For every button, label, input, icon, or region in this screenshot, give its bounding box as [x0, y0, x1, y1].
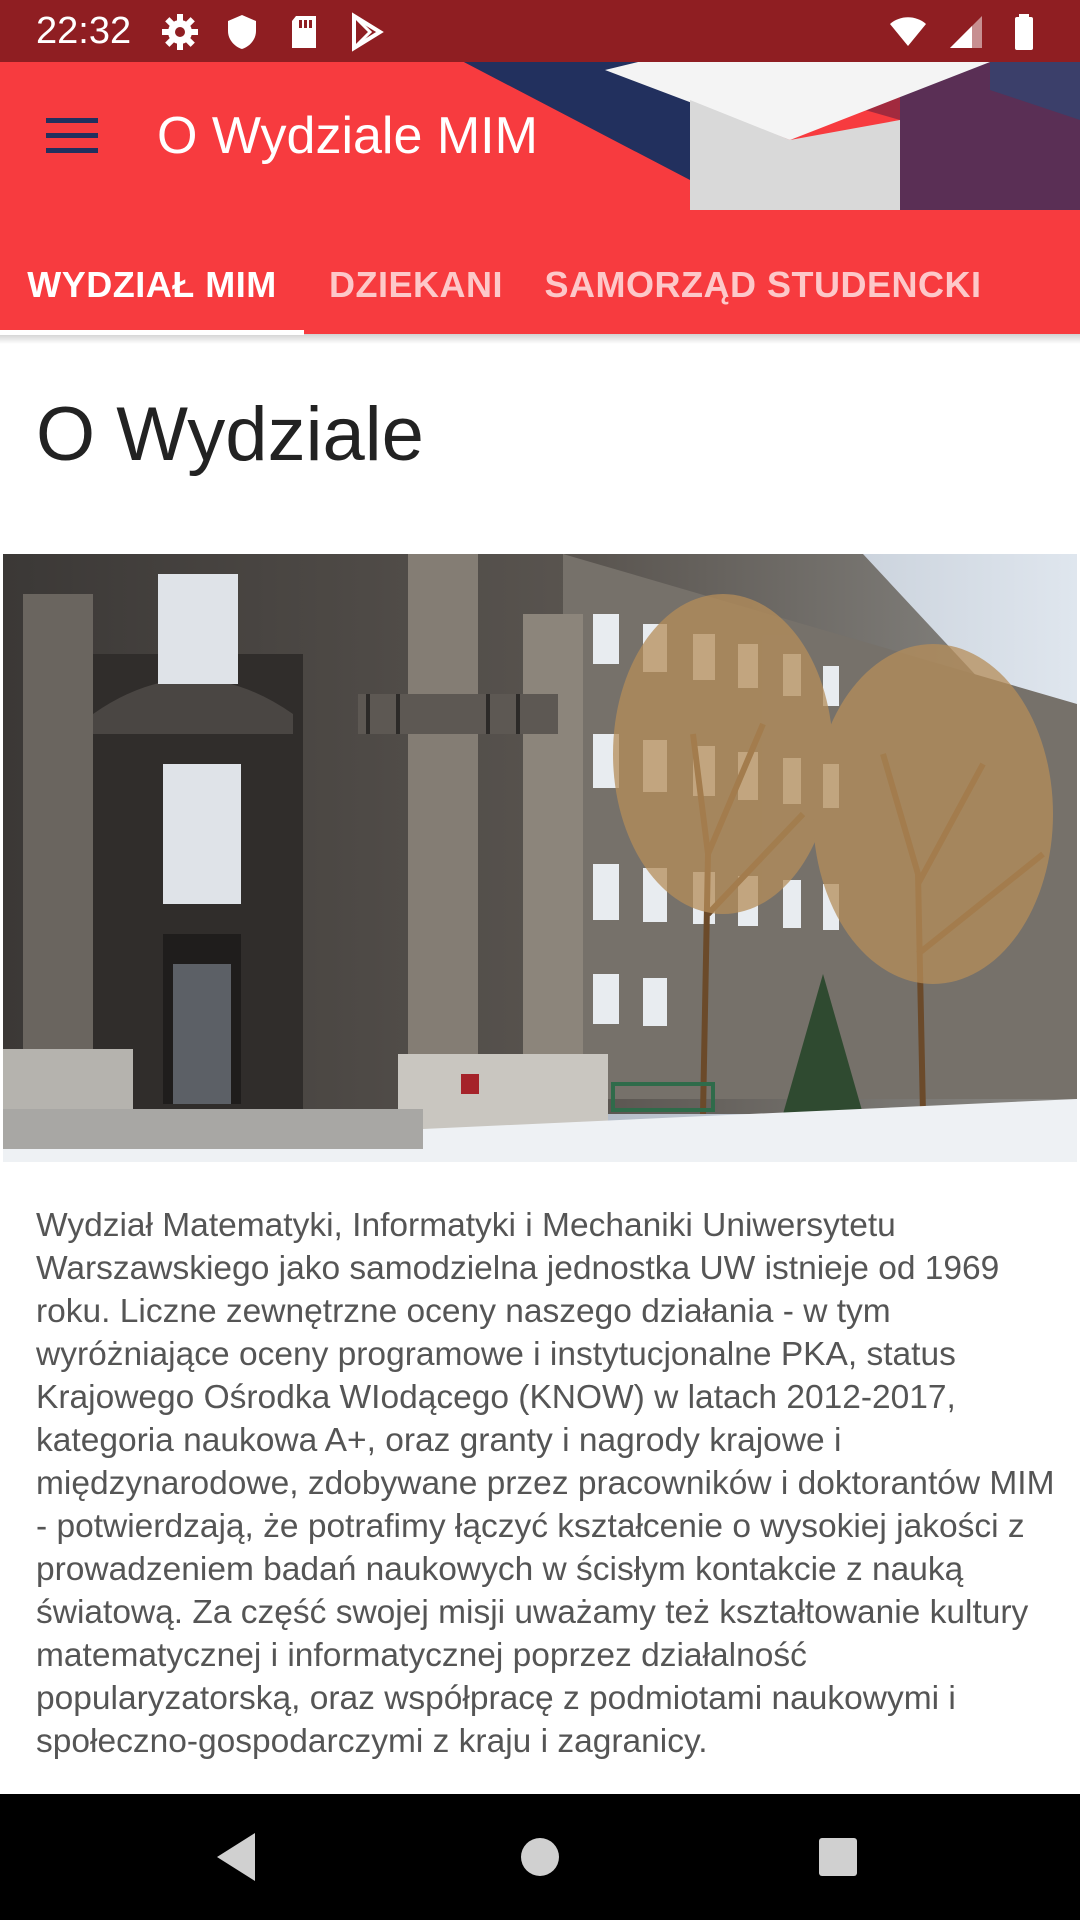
play-store-icon — [352, 12, 384, 52]
signal-icon — [950, 16, 982, 48]
recents-icon[interactable] — [808, 1827, 868, 1887]
tab-dziekani[interactable]: DZIEKANI — [304, 240, 528, 334]
status-bar: 22:32 — [0, 0, 1080, 62]
active-tab-indicator — [0, 330, 304, 335]
sd-card-icon — [292, 16, 316, 48]
description-text: Wydział Matematyki, Informatyki i Mechan… — [36, 1207, 1055, 1760]
gear-icon — [162, 14, 198, 50]
menu-button[interactable] — [36, 100, 108, 172]
shield-icon — [228, 15, 256, 49]
tab-samorzad-studencki[interactable]: SAMORZĄD STUDENCKI — [528, 240, 998, 334]
faculty-building-photo — [3, 554, 1077, 1162]
tab-bar: WYDZIAŁ MIM DZIEKANI SAMORZĄD STUDENCKI — [0, 240, 1080, 334]
battery-icon — [1015, 14, 1033, 50]
page-heading: O Wydziale — [36, 392, 424, 477]
hamburger-menu-icon — [46, 118, 98, 153]
back-icon[interactable] — [209, 1827, 269, 1887]
tab-wydzial-mim[interactable]: WYDZIAŁ MIM — [0, 240, 304, 334]
home-icon[interactable] — [510, 1827, 570, 1887]
wifi-icon — [890, 17, 926, 46]
status-time: 22:32 — [36, 10, 132, 52]
navigation-bar — [0, 1794, 1080, 1920]
app-bar-shadow — [0, 334, 1080, 344]
screen: O Wydziale MIM WYDZIAŁ MIM DZIEKANI SAMO… — [0, 0, 1080, 1920]
app-title: O Wydziale MIM — [157, 107, 538, 165]
